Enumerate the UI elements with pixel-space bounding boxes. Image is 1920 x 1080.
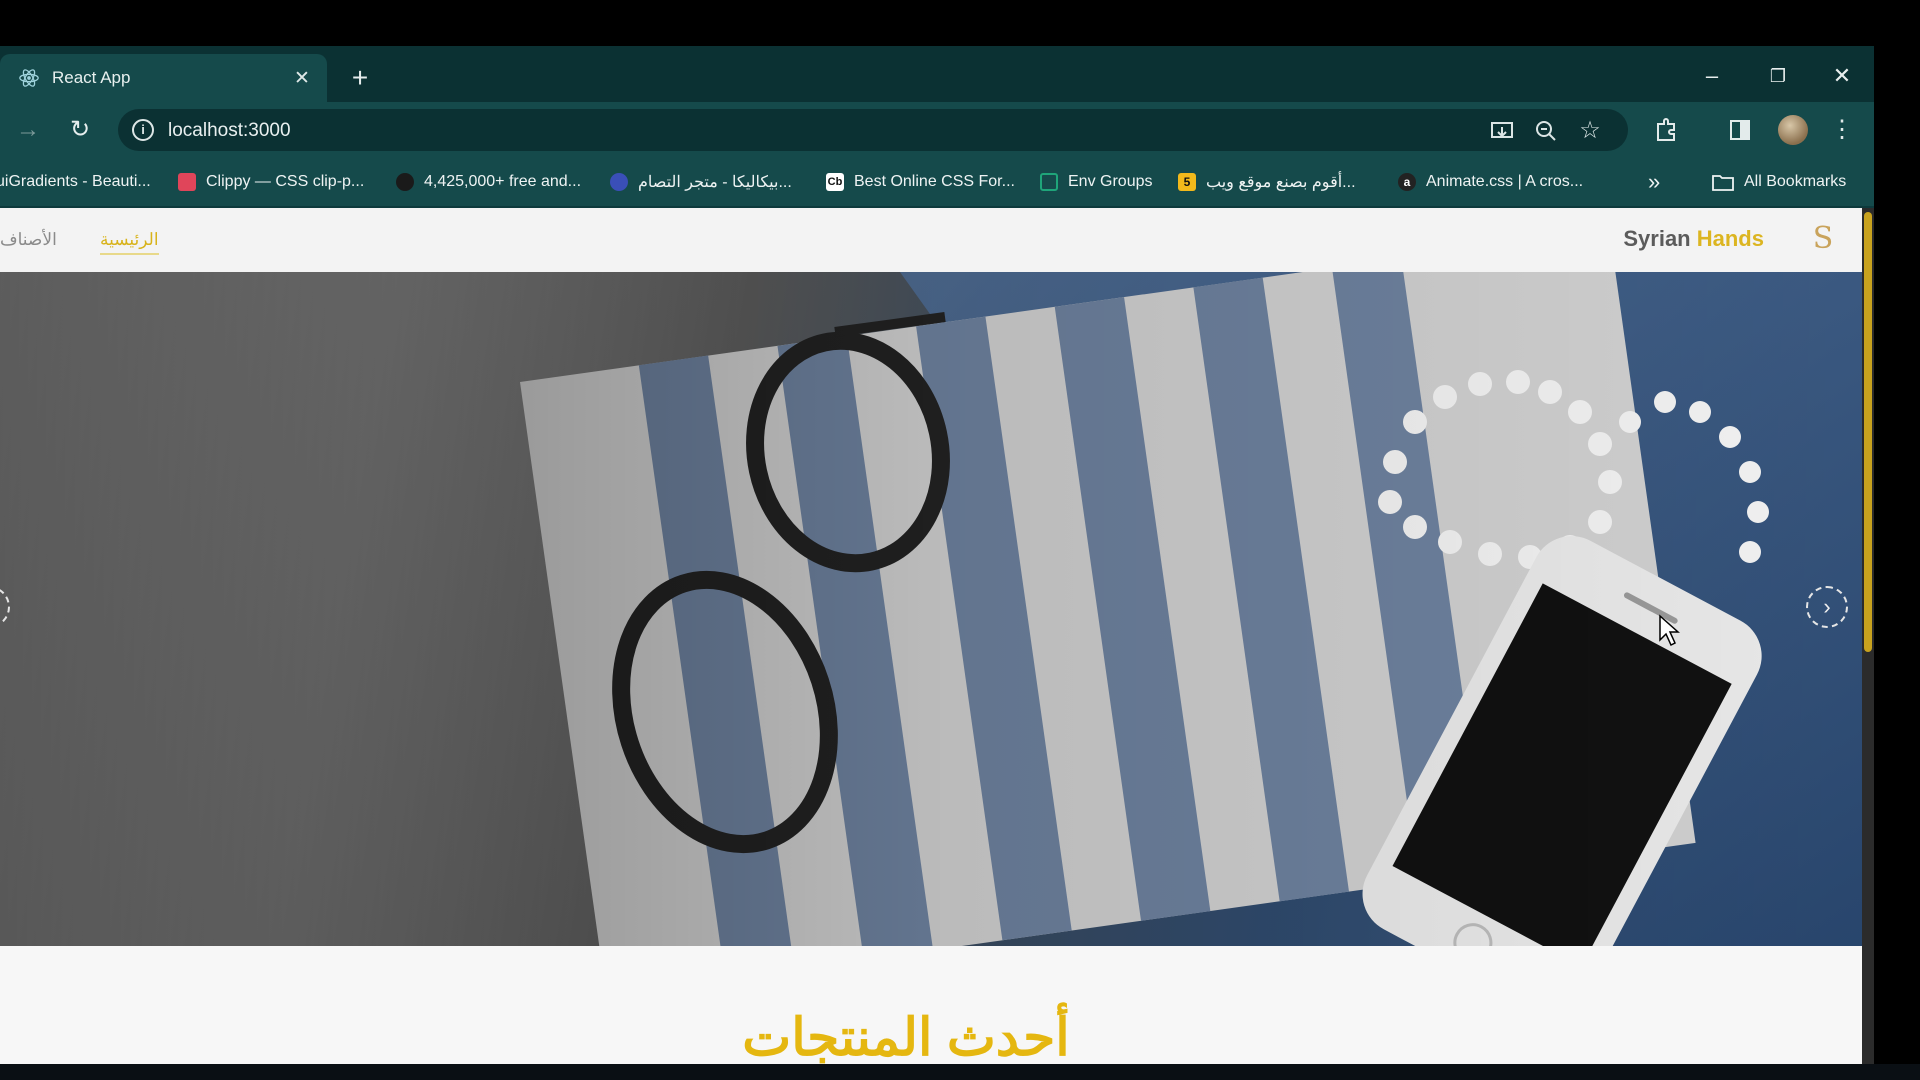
all-bookmarks-label: All Bookmarks <box>1744 173 1847 190</box>
bookmark-item[interactable]: Env Groups <box>1040 158 1152 206</box>
brand-name[interactable]: Syrian Hands <box>1623 226 1764 252</box>
mouse-cursor-icon <box>1659 614 1680 647</box>
extensions-icon[interactable] <box>1650 114 1682 146</box>
minimize-button[interactable]: – <box>1684 56 1740 96</box>
bookmark-item[interactable]: بيكاليكا - متجر التصام... <box>610 158 792 206</box>
url-text[interactable]: localhost:3000 <box>168 120 291 142</box>
bookmark-label: Best Online CSS For... <box>854 173 1015 190</box>
all-bookmarks-button[interactable]: All Bookmarks <box>1712 158 1846 206</box>
new-tab-button[interactable]: + <box>344 62 376 94</box>
bookmarks-bar: uiGradients - Beauti... Clippy — CSS cli… <box>0 158 1874 206</box>
bookmark-item[interactable]: 5 أقوم بصنع موقع ويب... <box>1178 158 1356 206</box>
clippy-icon <box>178 173 196 191</box>
more-bookmarks-button[interactable]: » <box>1648 158 1660 206</box>
bookmark-label: بيكاليكا - متجر التصام... <box>638 174 792 191</box>
site-info-icon[interactable]: i <box>132 119 154 141</box>
reload-button[interactable]: ↻ <box>62 112 98 148</box>
freepik-icon <box>396 173 414 191</box>
tab-title: React App <box>52 68 131 87</box>
bookmark-item[interactable]: Cb Best Online CSS For... <box>826 158 1015 206</box>
zoom-icon[interactable] <box>1532 117 1560 145</box>
install-app-icon[interactable] <box>1488 117 1516 145</box>
browser-toolbar: → ↻ i localhost:3000 ☆ ⋮ <box>0 102 1874 158</box>
latest-products-heading: أحدث المنتجات <box>742 1009 1070 1067</box>
profile-avatar[interactable] <box>1778 115 1808 145</box>
animate-css-icon: a <box>1398 173 1416 191</box>
side-panel-icon[interactable] <box>1724 114 1756 146</box>
nav-link-categories[interactable]: الأصناف <box>0 230 57 250</box>
bookmark-item[interactable]: a Animate.css | A cros... <box>1398 158 1583 206</box>
address-bar[interactable]: i localhost:3000 ☆ <box>118 109 1628 151</box>
khamsat-icon: 5 <box>1178 173 1196 191</box>
bookmark-label: 4,425,000+ free and... <box>424 173 582 190</box>
carousel-next-button[interactable]: › <box>1806 586 1848 628</box>
env-groups-icon <box>1040 173 1058 191</box>
bookmark-item[interactable]: Clippy — CSS clip-p... <box>178 158 364 206</box>
bookmark-label: أقوم بصنع موقع ويب... <box>1206 174 1356 191</box>
site-navbar: الأصناف الرئيسية Syrian Hands S <box>0 208 1862 273</box>
folder-icon <box>1712 175 1734 191</box>
restore-button[interactable]: ❐ <box>1750 56 1806 96</box>
picalica-icon <box>610 173 628 191</box>
scrollbar-thumb[interactable] <box>1864 212 1872 652</box>
brand-part-1: Syrian <box>1623 226 1691 251</box>
hero-carousel: › <box>0 272 1862 946</box>
menu-kebab-icon[interactable]: ⋮ <box>1826 114 1858 146</box>
browser-window: React App ✕ + – ❐ ✕ → ↻ i localhost:3000… <box>0 46 1874 1080</box>
bookmark-label: Clippy — CSS clip-p... <box>206 173 365 190</box>
page-scrollbar[interactable] <box>1862 208 1874 1080</box>
tab-react-app[interactable]: React App ✕ <box>0 54 327 102</box>
tab-close-icon[interactable]: ✕ <box>291 67 313 90</box>
hero-photo <box>0 272 1862 946</box>
nav-link-home[interactable]: الرئيسية <box>100 230 159 255</box>
bookmark-label: uiGradients - Beauti... <box>0 173 151 190</box>
brand-part-2: Hands <box>1696 226 1764 251</box>
bookmark-star-icon[interactable]: ☆ <box>1576 117 1604 145</box>
web-page: الأصناف الرئيسية Syrian Hands S › أحدث ا… <box>0 208 1862 1080</box>
tab-strip: React App ✕ + – ❐ ✕ <box>0 46 1874 102</box>
bookmark-label: Env Groups <box>1068 173 1153 190</box>
bookmark-item[interactable]: uiGradients - Beauti... <box>0 158 151 206</box>
cssbuttons-icon: Cb <box>826 173 844 191</box>
window-close-button[interactable]: ✕ <box>1814 56 1870 96</box>
brand-logo-icon[interactable]: S <box>1808 222 1838 256</box>
bookmark-label: Animate.css | A cros... <box>1426 173 1584 190</box>
forward-button[interactable]: → <box>10 112 46 148</box>
react-icon <box>19 69 39 87</box>
bookmark-item[interactable]: 4,425,000+ free and... <box>396 158 581 206</box>
taskbar <box>0 1064 1920 1080</box>
